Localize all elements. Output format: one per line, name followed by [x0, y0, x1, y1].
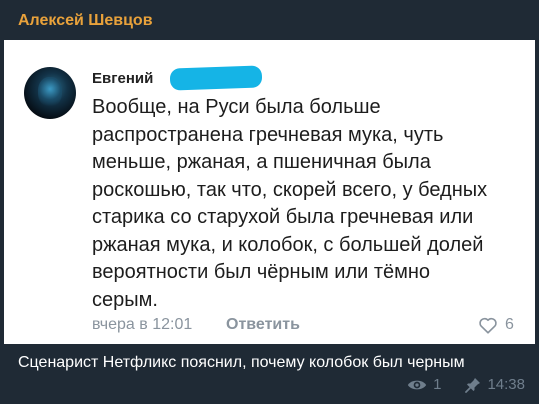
- like-button[interactable]: 6: [478, 314, 514, 336]
- author-name[interactable]: Алексей Шевцов: [18, 12, 153, 30]
- author-header: Алексей Шевцов: [0, 0, 539, 42]
- comment-time: вчера в 12:01: [92, 316, 193, 333]
- commenter-name[interactable]: Евгений: [92, 70, 153, 87]
- eye-icon: [407, 380, 427, 389]
- comment-text: Вообще, на Руси была больше распростране…: [92, 96, 488, 311]
- commenter-avatar[interactable]: [24, 67, 76, 119]
- pin-icon: [465, 377, 481, 393]
- views-count: 1: [433, 376, 442, 393]
- avatar-face: [38, 77, 62, 107]
- name-redaction-scribble: [169, 65, 263, 91]
- heart-icon: [479, 317, 497, 334]
- like-count: 6: [505, 316, 514, 333]
- post-time: 14:38: [487, 376, 525, 393]
- reply-button[interactable]: Ответить: [226, 316, 300, 334]
- comment-screenshot: Евгений Вообще, на Руси была больше расп…: [4, 40, 535, 344]
- post-caption: Сценарист Нетфликс пояснил, почему колоб…: [18, 354, 465, 371]
- post-stats: 1 14:38: [407, 376, 525, 393]
